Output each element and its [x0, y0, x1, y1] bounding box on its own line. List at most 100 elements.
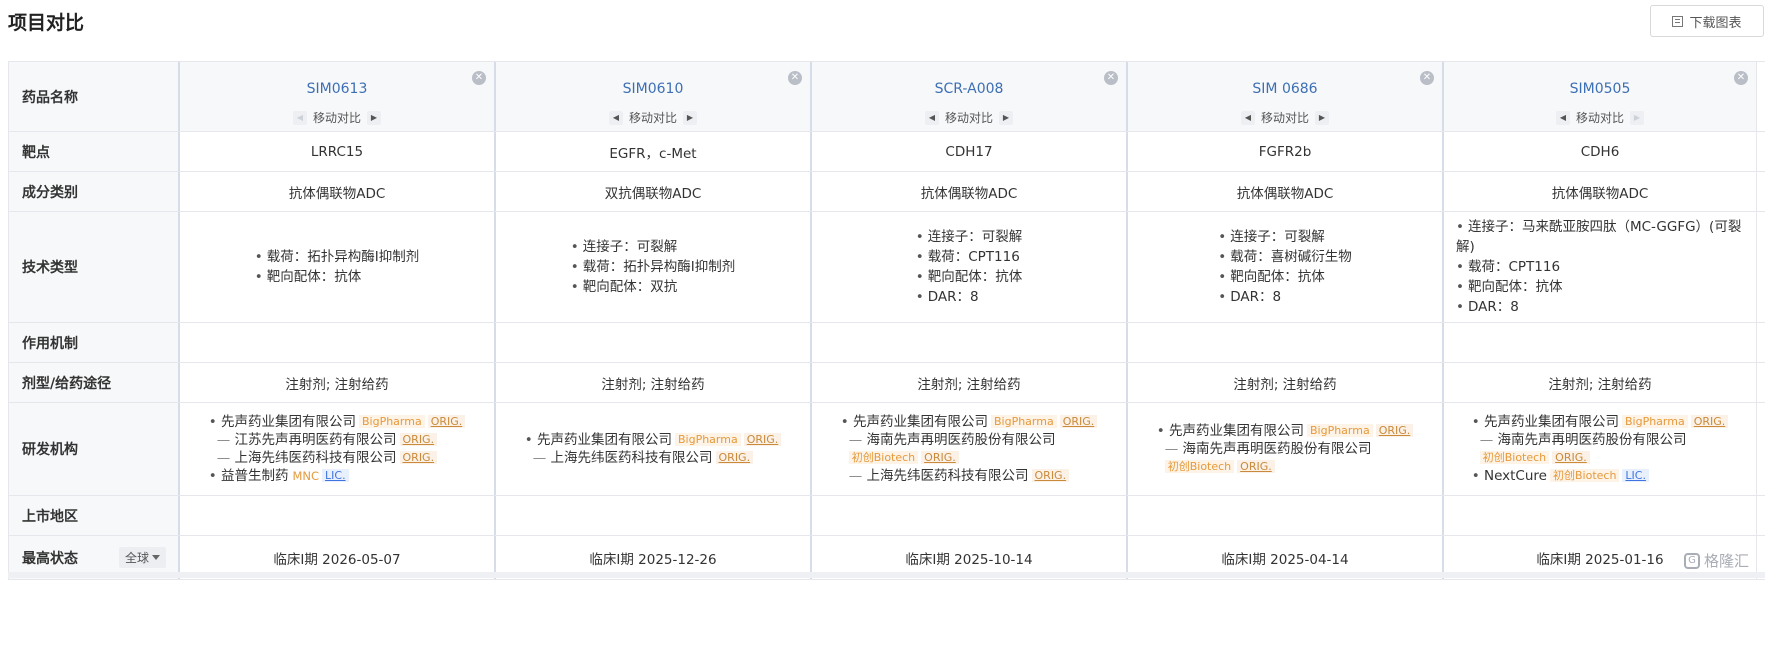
- category-cell: 抗体偶联物ADC: [1444, 172, 1757, 211]
- orig-tag[interactable]: ORIG.: [715, 451, 754, 464]
- move-compare: ◀ 移动对比 ▶: [180, 109, 494, 126]
- arrow-right-icon[interactable]: ▶: [1630, 110, 1644, 125]
- lic-tag[interactable]: LIC.: [322, 469, 349, 482]
- drug-name-link[interactable]: SIM0610: [496, 81, 810, 97]
- scope-dropdown[interactable]: 全球: [118, 547, 166, 568]
- bigpharma-tag: BigPharma: [1306, 424, 1373, 437]
- label-target: 靶点: [8, 132, 180, 171]
- move-compare: ◀ 移动对比 ▶: [812, 109, 1126, 126]
- arrow-right-icon[interactable]: ▶: [999, 110, 1013, 125]
- close-icon[interactable]: ✕: [788, 71, 802, 85]
- tech-item: DAR：8: [916, 287, 1022, 307]
- region-cell: [1128, 496, 1444, 535]
- tech-item: 靶向配体：抗体: [1456, 277, 1744, 297]
- orig-tag[interactable]: ORIG.: [1690, 415, 1729, 428]
- tech-item: 载荷：CPT116: [916, 247, 1022, 267]
- arrow-right-icon[interactable]: ▶: [367, 110, 381, 125]
- org-name[interactable]: 先声药业集团有限公司: [1484, 414, 1619, 430]
- org-name[interactable]: 先声药业集团有限公司: [1169, 423, 1304, 439]
- orig-tag[interactable]: ORIG.: [743, 433, 782, 446]
- close-icon[interactable]: ✕: [1420, 71, 1434, 85]
- orig-tag[interactable]: ORIG.: [1552, 451, 1590, 464]
- lic-tag[interactable]: LIC.: [1622, 469, 1649, 482]
- org-name[interactable]: 上海先纬医药科技有限公司: [235, 450, 397, 466]
- orig-tag[interactable]: ORIG.: [399, 451, 438, 464]
- org-name[interactable]: 江苏先声再明医药有限公司: [235, 432, 397, 448]
- org-cell: 先声药业集团有限公司BigPharmaORIG. 海南先声再明医药股份有限公司 …: [1128, 403, 1444, 495]
- orig-tag[interactable]: ORIG.: [1031, 469, 1070, 482]
- label-status-text: 最高状态: [22, 550, 78, 567]
- target-cell: CDH17: [812, 132, 1128, 171]
- arrow-left-icon[interactable]: ◀: [1240, 110, 1255, 125]
- target-cell: LRRC15: [180, 132, 496, 171]
- org-name[interactable]: 益普生制药: [221, 468, 289, 484]
- drug-column-4: SIM 0686 ✕ ◀ 移动对比 ▶: [1128, 62, 1444, 131]
- route-cell: 注射剂; 注射给药: [812, 363, 1128, 402]
- target-cell: EGFR，c-Met: [496, 132, 812, 171]
- orig-tag[interactable]: ORIG.: [921, 451, 959, 464]
- tech-item: DAR：8: [1218, 287, 1351, 307]
- arrow-right-icon[interactable]: ▶: [1315, 110, 1329, 125]
- drug-name-link[interactable]: SIM0505: [1444, 81, 1756, 97]
- drug-name-link[interactable]: SIM0613: [180, 81, 494, 97]
- biotech-tag: 初创Biotech: [848, 451, 919, 464]
- org-name[interactable]: 海南先声再明医药股份有限公司: [867, 432, 1056, 448]
- arrow-left-icon[interactable]: ◀: [292, 110, 307, 125]
- drug-column-3: SCR-A008 ✕ ◀ 移动对比 ▶: [812, 62, 1128, 131]
- bigpharma-tag: BigPharma: [1621, 415, 1688, 428]
- org-name[interactable]: 先声药业集团有限公司: [853, 414, 988, 430]
- tech-item: 载荷：拓扑异构酶I抑制剂: [571, 257, 735, 277]
- close-icon[interactable]: ✕: [472, 71, 486, 85]
- orig-tag[interactable]: ORIG.: [1375, 424, 1414, 437]
- region-cell: [180, 496, 496, 535]
- org-name[interactable]: 先声药业集团有限公司: [537, 432, 672, 448]
- region-cell: [496, 496, 812, 535]
- row-category: 成分类别 抗体偶联物ADC 双抗偶联物ADC 抗体偶联物ADC 抗体偶联物ADC…: [8, 172, 1765, 212]
- tech-item: 靶向配体：抗体: [916, 267, 1023, 287]
- watermark: G 格隆汇: [1683, 550, 1749, 571]
- org-name[interactable]: 海南先声再明医药股份有限公司: [1183, 441, 1372, 457]
- org-name[interactable]: 海南先声再明医药股份有限公司: [1498, 432, 1687, 448]
- org-cell: 先声药业集团有限公司BigPharmaORIG. 海南先声再明医药股份有限公司 …: [1444, 403, 1757, 495]
- arrow-right-icon[interactable]: ▶: [683, 110, 697, 125]
- comparison-table: 药品名称 SIM0613 ✕ ◀ 移动对比 ▶ SIM0610 ✕ ◀ 移动对比…: [8, 61, 1765, 580]
- arrow-left-icon[interactable]: ◀: [608, 110, 623, 125]
- tech-item: DAR：8: [1456, 297, 1744, 317]
- drug-name-link[interactable]: SCR-A008: [812, 81, 1126, 97]
- chart-icon: [1672, 15, 1684, 27]
- page-title: 项目对比: [8, 12, 85, 34]
- route-cell: 注射剂; 注射给药: [496, 363, 812, 402]
- row-tech: 技术类型 载荷：拓扑异构酶I抑制剂 靶向配体：抗体 连接子：可裂解 载荷：拓扑异…: [8, 212, 1765, 323]
- mechanism-cell: [496, 323, 812, 362]
- category-cell: 抗体偶联物ADC: [1128, 172, 1444, 211]
- tech-item: 靶向配体：双抗: [571, 277, 735, 297]
- tech-cell: 连接子：可裂解 载荷：拓扑异构酶I抑制剂 靶向配体：双抗: [496, 212, 812, 322]
- close-icon[interactable]: ✕: [1734, 71, 1748, 85]
- drug-column-1: SIM0613 ✕ ◀ 移动对比 ▶: [180, 62, 496, 131]
- orig-tag[interactable]: ORIG.: [1237, 460, 1275, 473]
- orig-tag[interactable]: ORIG.: [1059, 415, 1098, 428]
- tech-cell: 载荷：拓扑异构酶I抑制剂 靶向配体：抗体: [180, 212, 496, 322]
- bigpharma-tag: BigPharma: [674, 433, 741, 446]
- close-icon[interactable]: ✕: [1104, 71, 1118, 85]
- orig-tag[interactable]: ORIG.: [399, 433, 438, 446]
- label-category: 成分类别: [8, 172, 180, 211]
- download-chart-button[interactable]: 下载图表: [1650, 5, 1764, 37]
- tech-item: 连接子：可裂解: [1218, 227, 1351, 247]
- horizontal-scrollbar[interactable]: [8, 572, 1765, 578]
- row-mechanism: 作用机制: [8, 323, 1765, 363]
- arrow-left-icon[interactable]: ◀: [1555, 110, 1570, 125]
- row-route: 剂型/给药途径 注射剂; 注射给药 注射剂; 注射给药 注射剂; 注射给药 注射…: [8, 363, 1765, 403]
- mechanism-cell: [180, 323, 496, 362]
- label-drug-name: 药品名称: [8, 62, 180, 131]
- orig-tag[interactable]: ORIG.: [427, 415, 466, 428]
- move-compare: ◀ 移动对比 ▶: [1444, 109, 1756, 126]
- org-name[interactable]: 先声药业集团有限公司: [221, 414, 356, 430]
- arrow-left-icon[interactable]: ◀: [924, 110, 939, 125]
- org-name[interactable]: NextCure: [1484, 468, 1547, 484]
- org-name[interactable]: 上海先纬医药科技有限公司: [551, 450, 713, 466]
- tech-item: 靶向配体：抗体: [255, 267, 419, 287]
- mechanism-cell: [1444, 323, 1757, 362]
- org-name[interactable]: 上海先纬医药科技有限公司: [867, 468, 1029, 484]
- drug-name-link[interactable]: SIM 0686: [1128, 81, 1442, 97]
